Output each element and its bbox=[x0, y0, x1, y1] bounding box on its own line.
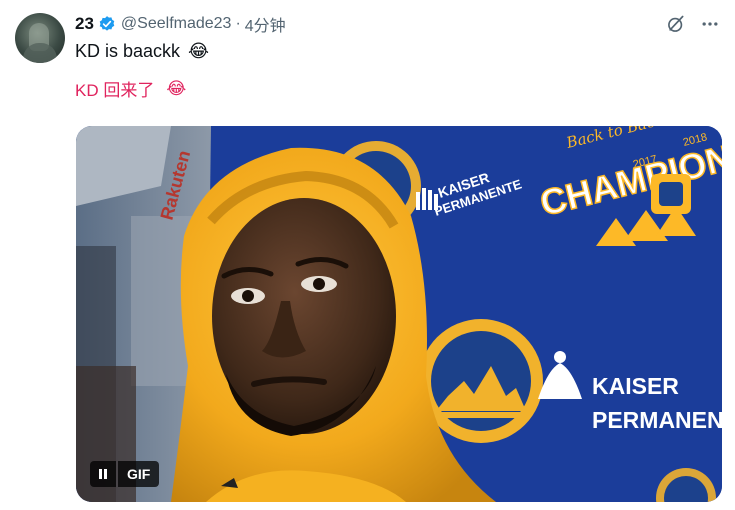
gif-label: GIF bbox=[118, 461, 160, 487]
tweet-header: 23 @Seelfmade23 · 4分钟 bbox=[75, 13, 286, 35]
avatar-figure-body bbox=[23, 43, 57, 63]
tweet-body: KD is baackk bbox=[75, 41, 181, 61]
separator-dot: · bbox=[235, 15, 241, 32]
grok-icon[interactable] bbox=[665, 13, 687, 35]
pause-icon bbox=[99, 469, 107, 479]
verified-badge-icon bbox=[98, 15, 116, 33]
gif-badge: GIF bbox=[90, 461, 160, 487]
permanente-text: PERMANENTE bbox=[592, 407, 722, 433]
tweet-translation: KD 回来了 😂 bbox=[75, 76, 186, 101]
author-name[interactable]: 23 bbox=[75, 14, 94, 34]
gif-frame: Rakuten KAISER PERMANENTE KAISER PERMANE… bbox=[76, 126, 722, 502]
more-icon[interactable] bbox=[699, 13, 721, 35]
laughing-emoji-icon: 😂 bbox=[188, 41, 210, 61]
tweet-actions-top bbox=[665, 13, 721, 35]
avatar[interactable] bbox=[15, 13, 65, 63]
timestamp[interactable]: 4分钟 bbox=[245, 12, 286, 36]
laughing-emoji-icon-translation: 😂 bbox=[166, 78, 187, 98]
author-handle[interactable]: @Seelfmade23 bbox=[121, 15, 232, 33]
pause-button[interactable] bbox=[90, 461, 116, 487]
kaiser-text: KAISER bbox=[592, 373, 679, 399]
gif-media[interactable]: Rakuten KAISER PERMANENTE KAISER PERMANE… bbox=[76, 126, 722, 502]
tweet-text: KD is baackk 😂 bbox=[75, 41, 209, 62]
translation-text: KD 回来了 bbox=[75, 81, 155, 100]
